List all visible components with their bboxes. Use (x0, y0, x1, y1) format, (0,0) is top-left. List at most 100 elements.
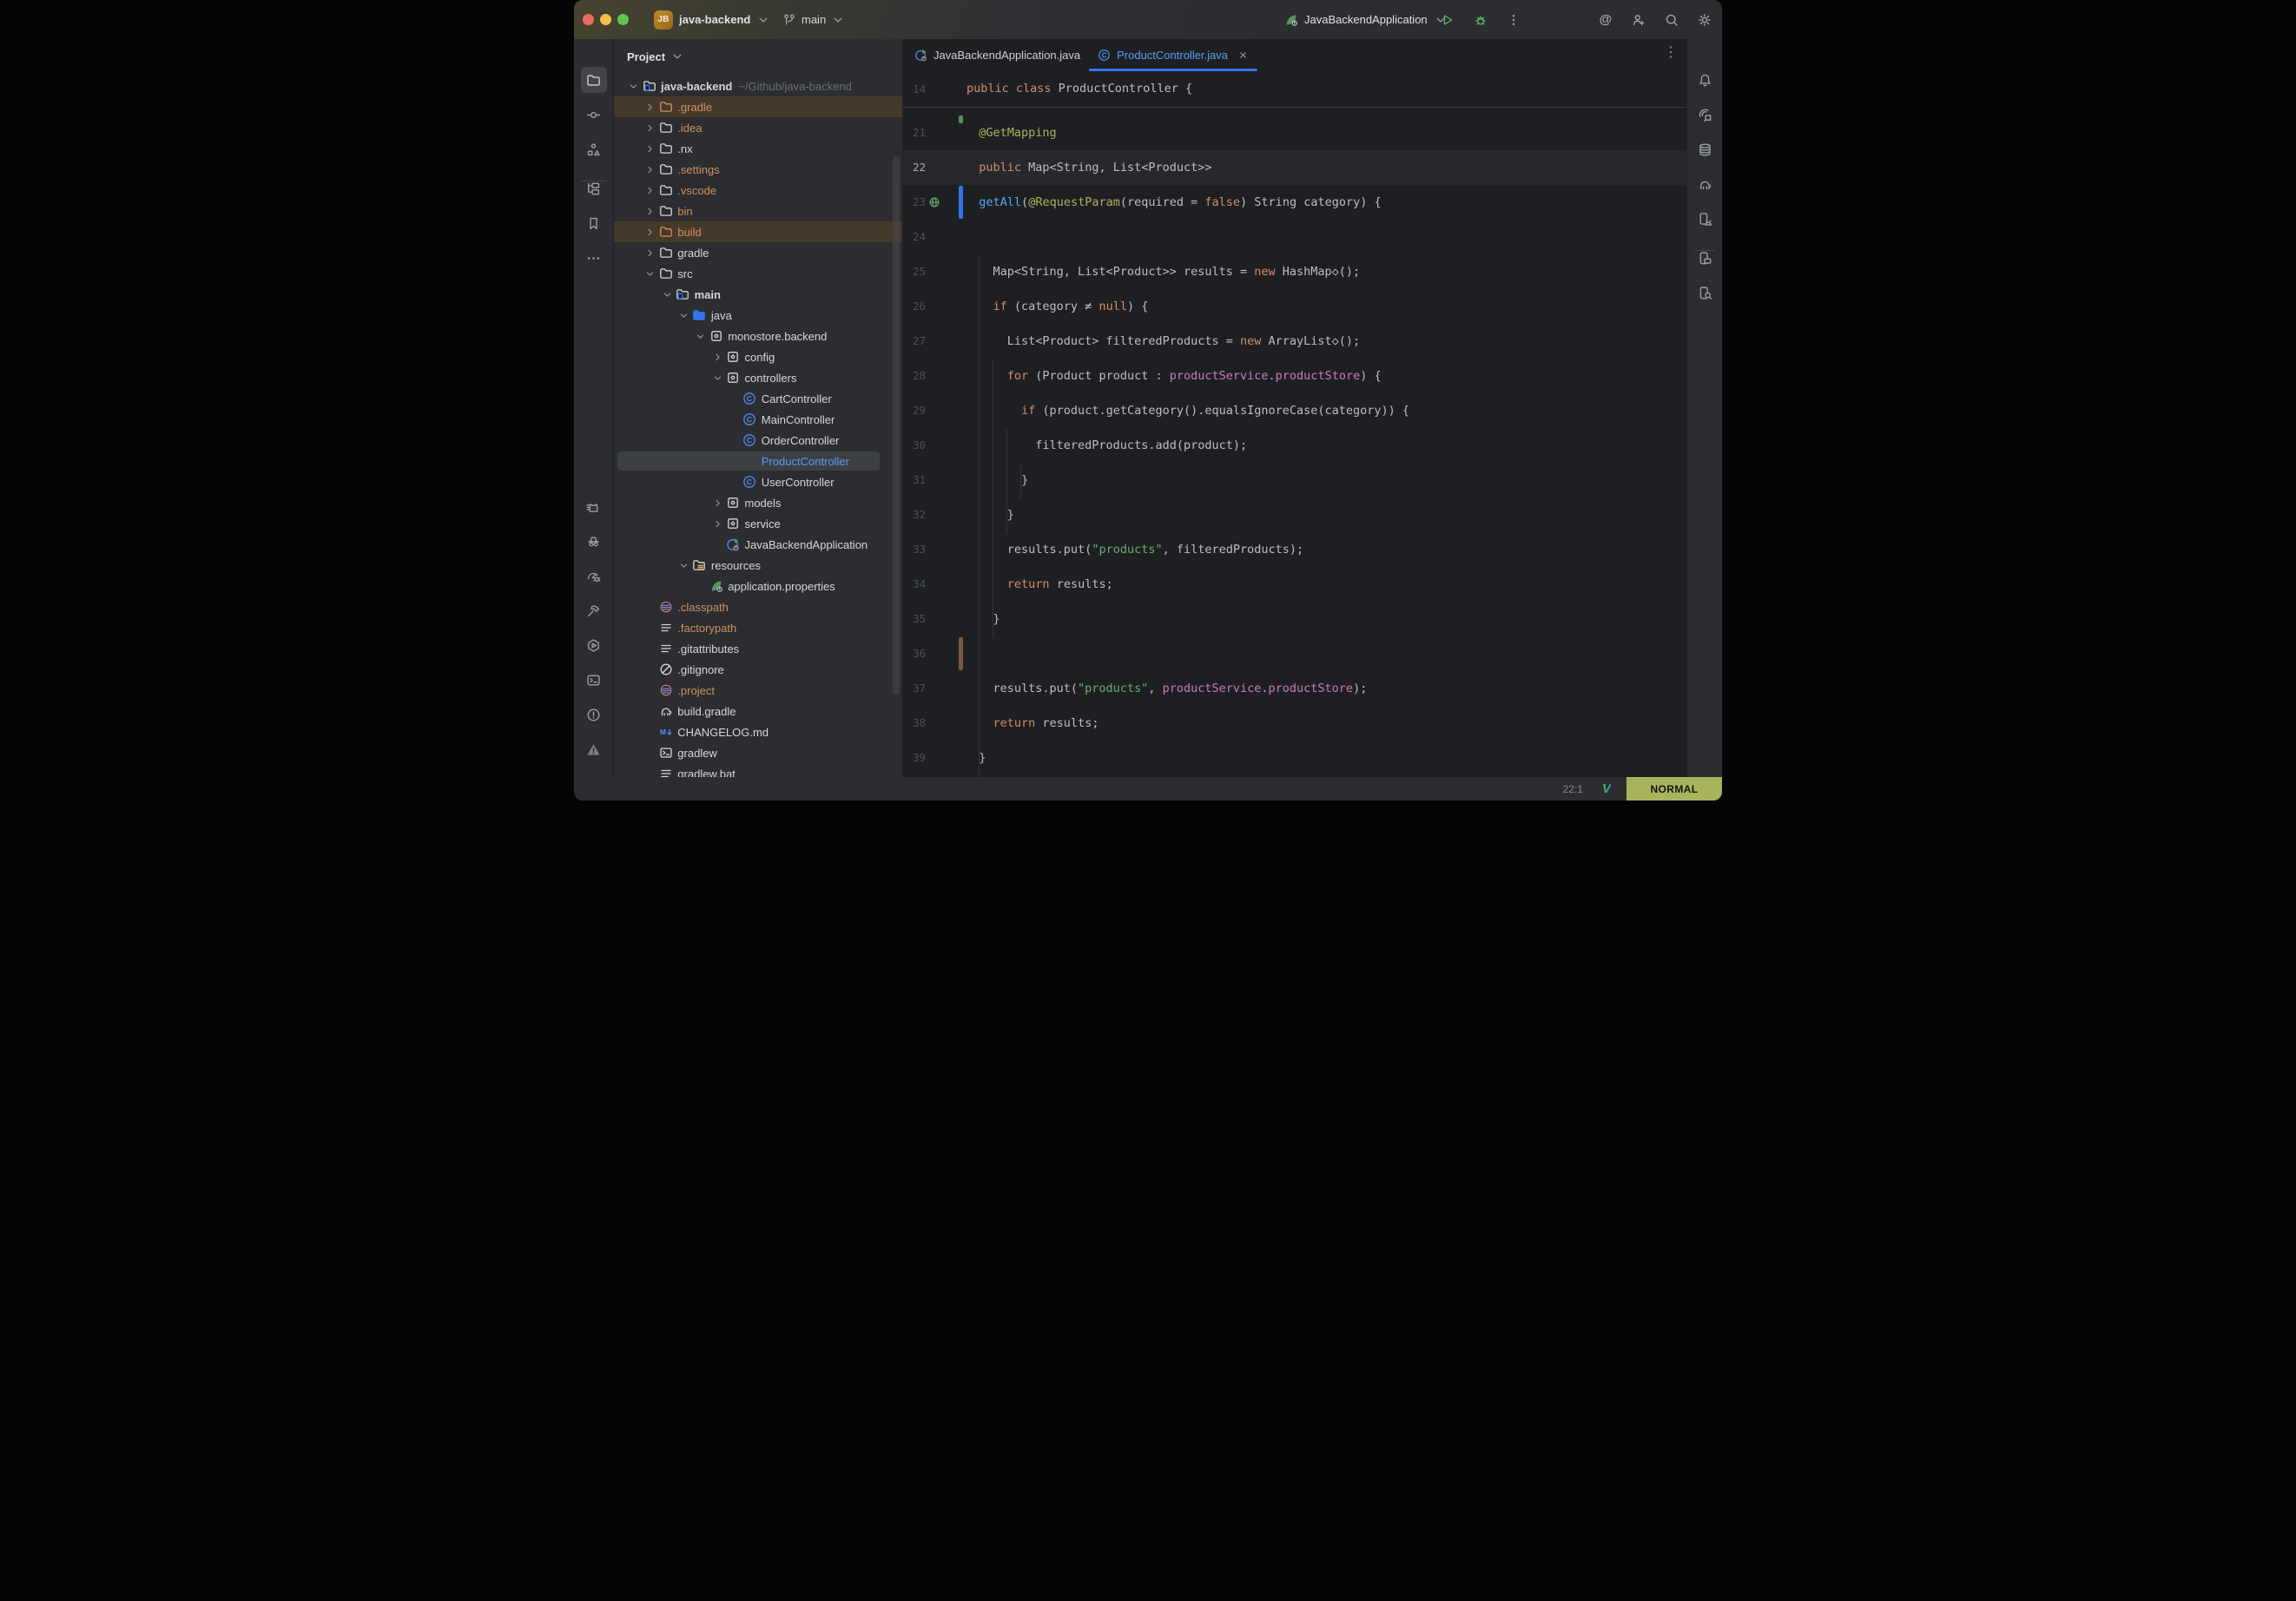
chevron-down-icon[interactable] (659, 287, 676, 301)
tree-item-build[interactable]: build (614, 221, 902, 242)
hierarchy-tool-button[interactable] (581, 175, 607, 201)
minimize-window-button[interactable] (600, 14, 611, 25)
device-manager-tool-button[interactable] (1692, 206, 1718, 232)
project-tree-scrollbar[interactable] (893, 156, 900, 695)
tree-item--gitignore[interactable]: .gitignore (614, 659, 902, 680)
tree-item--vscode[interactable]: .vscode (614, 180, 902, 201)
code-line-33[interactable]: 33 results.put("products", filteredProdu… (903, 532, 1686, 567)
tree-item--gitattributes[interactable]: .gitattributes (614, 638, 902, 659)
vim-mode-badge[interactable]: NORMAL (1626, 777, 1722, 800)
code-line-22[interactable]: 22 public Map<String, List<Product>> (903, 150, 1686, 185)
tree-item-config[interactable]: config (614, 346, 902, 367)
tree-item--nx[interactable]: .nx (614, 138, 902, 159)
search-everywhere-button[interactable] (1661, 10, 1682, 30)
code-line-23[interactable]: 23 getAll(@RequestParam(required = false… (903, 185, 1686, 220)
chevron-down-icon[interactable] (676, 558, 692, 572)
gradle-tool-button[interactable] (1692, 171, 1718, 197)
close-tab-icon[interactable] (1237, 49, 1249, 61)
code-line-21[interactable]: 21 @GetMapping (903, 115, 1686, 150)
code-line-29[interactable]: 29 if (product.getCategory().equalsIgnor… (903, 393, 1686, 428)
ai-chat-tool-button[interactable] (1692, 102, 1718, 128)
terminal-tool-button[interactable] (581, 667, 607, 693)
chevron-right-icon[interactable] (642, 204, 658, 218)
build-tool-button[interactable] (581, 597, 607, 623)
maximize-window-button[interactable] (617, 14, 629, 25)
bookmarks-tool-button[interactable] (581, 210, 607, 236)
profiler-tool-button[interactable] (581, 563, 607, 589)
editor-tab-javabackendapplication-java[interactable]: JavaBackendApplication.java (906, 39, 1089, 71)
chevron-down-icon[interactable] (676, 308, 692, 322)
notifications-button[interactable] (1692, 67, 1718, 93)
services-tool-button[interactable] (581, 632, 607, 658)
chevron-right-icon[interactable] (642, 121, 658, 135)
code-line-39[interactable]: 39 } (903, 741, 1686, 775)
running-devices-tool-button[interactable] (1692, 245, 1718, 271)
tree-item-javabackendapplication[interactable]: JavaBackendApplication (614, 534, 902, 555)
project-panel-header[interactable]: Project (614, 39, 902, 74)
code-line-25[interactable]: 25 Map<String, List<Product>> results = … (903, 254, 1686, 289)
chevron-right-icon[interactable] (642, 246, 658, 260)
tree-item-monostore-backend[interactable]: monostore.backend (614, 326, 902, 346)
chevron-down-icon[interactable] (692, 329, 709, 343)
tree-item-java-backend[interactable]: java-backend~/Github/java-backend (614, 76, 902, 96)
project-tool-button[interactable] (581, 67, 607, 93)
tree-item-src[interactable]: src (614, 263, 902, 284)
tree-item-gradle[interactable]: gradle (614, 242, 902, 263)
commit-tool-button[interactable] (581, 102, 607, 128)
tree-item-controllers[interactable]: controllers (614, 367, 902, 388)
code-line-38[interactable]: 38 return results; (903, 706, 1686, 741)
code-line-28[interactable]: 28 for (Product product : productService… (903, 359, 1686, 393)
endpoint-globe-icon[interactable] (928, 196, 940, 208)
chevron-right-icon[interactable] (642, 100, 658, 114)
database-tool-button[interactable] (1692, 136, 1718, 162)
vcs-changed-marker[interactable] (959, 637, 963, 670)
chevron-right-icon[interactable] (709, 350, 726, 364)
vcs-added-marker[interactable] (959, 115, 963, 123)
tree-item-resources[interactable]: resources (614, 555, 902, 576)
tree-item-productcontroller[interactable]: CProductController (614, 451, 902, 471)
editor-tab-productcontroller-java[interactable]: CProductController.java (1089, 39, 1257, 71)
tree-item--project[interactable]: .project (614, 680, 902, 701)
tree-item-ordercontroller[interactable]: COrderController (614, 430, 902, 451)
code-line-32[interactable]: 32 } (903, 497, 1686, 532)
chevron-right-icon[interactable] (642, 142, 658, 155)
sticky-header-line[interactable]: 14public class ProductController { (903, 71, 1686, 108)
ai-assistant-button[interactable]: @ (1595, 10, 1616, 30)
more-actions-button[interactable] (1503, 10, 1524, 30)
code-line-31[interactable]: 31 } (903, 463, 1686, 497)
chevron-down-icon[interactable] (625, 79, 642, 93)
problems-tool-button[interactable] (581, 702, 607, 728)
project-widget[interactable]: JB java-backend (654, 7, 770, 32)
more-tools-button[interactable] (581, 245, 607, 271)
chevron-right-icon[interactable] (709, 496, 726, 510)
code-line-24[interactable]: 24 (903, 220, 1686, 254)
tree-item-application-properties[interactable]: application.properties (614, 576, 902, 596)
tree-item-maincontroller[interactable]: CMainController (614, 409, 902, 430)
copilot-button[interactable] (581, 493, 607, 519)
chevron-down-icon[interactable] (642, 267, 658, 280)
tree-item-main[interactable]: main (614, 284, 902, 305)
code-line-34[interactable]: 34 return results; (903, 567, 1686, 602)
tree-item--idea[interactable]: .idea (614, 117, 902, 138)
tree-item-build-gradle[interactable]: build.gradle (614, 701, 902, 721)
tree-item-gradlew-bat[interactable]: gradlew.bat (614, 763, 902, 777)
code-line-26[interactable]: 26 if (category ≠ null) { (903, 289, 1686, 324)
chevron-right-icon[interactable] (642, 183, 658, 197)
structure-tool-button[interactable] (581, 136, 607, 162)
caret-position[interactable]: 22:1 (1563, 783, 1583, 795)
settings-button[interactable] (1694, 10, 1715, 30)
ideavim-icon[interactable]: V (1602, 781, 1611, 796)
tree-item-java[interactable]: java (614, 305, 902, 326)
chevron-right-icon[interactable] (642, 225, 658, 239)
branch-widget[interactable]: main (782, 7, 845, 32)
tree-item-gradlew[interactable]: gradlew (614, 742, 902, 763)
run-configuration-widget[interactable]: JavaBackendApplication (1284, 7, 1448, 32)
tree-item-cartcontroller[interactable]: CCartController (614, 388, 902, 409)
tree-item--settings[interactable]: .settings (614, 159, 902, 180)
tree-item--gradle[interactable]: .gradle (614, 96, 902, 117)
chevron-right-icon[interactable] (642, 162, 658, 176)
code-line-27[interactable]: 27 List<Product> filteredProducts = new … (903, 324, 1686, 359)
code-line-30[interactable]: 30 filteredProducts.add(product); (903, 428, 1686, 463)
tree-item--factorypath[interactable]: .factorypath (614, 617, 902, 638)
tab-options-icon[interactable]: ⋮ (1664, 45, 1678, 61)
